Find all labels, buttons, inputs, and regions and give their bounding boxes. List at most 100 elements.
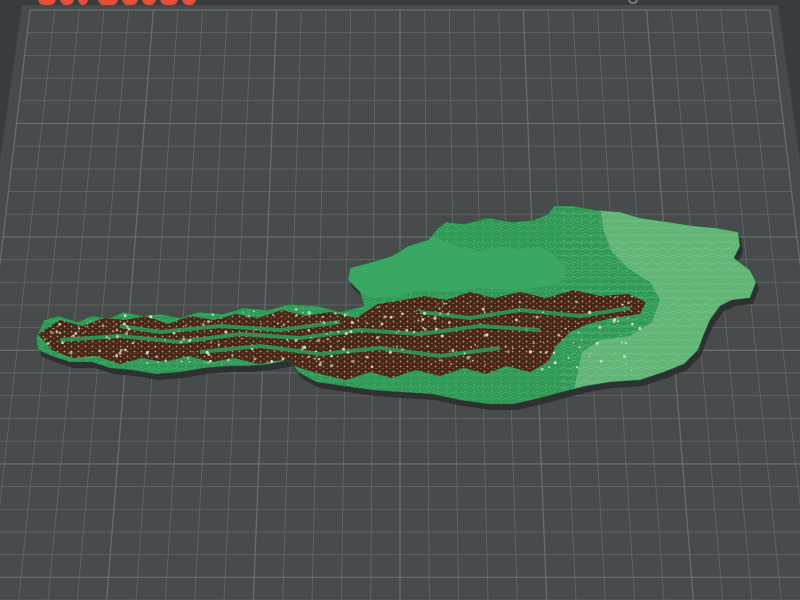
- terrain-peak: [401, 312, 404, 316]
- terrain-peak: [542, 311, 545, 314]
- terrain-peak: [627, 317, 630, 319]
- terrain-peak: [313, 357, 316, 360]
- terrain-peak: [395, 332, 398, 334]
- terrain-peak: [450, 363, 452, 365]
- terrain-peak: [378, 340, 380, 342]
- terrain-peak: [108, 338, 111, 341]
- terrain-peak: [474, 344, 477, 346]
- terrain-peak: [416, 312, 418, 315]
- terrain-peak: [74, 331, 77, 334]
- terrain-peak: [479, 322, 481, 325]
- terrain-peak: [484, 364, 486, 366]
- terrain-peak: [196, 336, 198, 338]
- terrain-peak: [515, 318, 518, 322]
- terrain-peak: [131, 341, 135, 345]
- terrain-peak: [221, 364, 223, 366]
- terrain-peak: [115, 323, 118, 326]
- terrain-peak: [622, 354, 627, 359]
- terrain-peak: [342, 347, 346, 351]
- terrain-peak: [210, 342, 212, 344]
- terrain-peak: [187, 357, 190, 360]
- terrain-peak: [625, 362, 627, 365]
- terrain-peak: [193, 336, 195, 339]
- terrain-peak: [351, 359, 355, 364]
- terrain-peak: [572, 341, 575, 344]
- terrain-peak: [209, 329, 212, 332]
- terrain-peak: [146, 361, 149, 365]
- terrain-peak: [207, 361, 210, 364]
- terrain-peak: [319, 320, 322, 323]
- terrain-peak: [178, 330, 180, 332]
- terrain-peak: [156, 328, 158, 330]
- terrain-peak: [589, 352, 592, 354]
- terrain-peak: [595, 341, 599, 345]
- terrain-peak: [154, 345, 157, 348]
- terrain-peak: [383, 315, 387, 319]
- terrain-peak: [466, 356, 470, 360]
- terrain-peak: [631, 296, 634, 298]
- terrain-peak: [528, 350, 533, 354]
- terrain-peak: [224, 330, 228, 334]
- terrain-peak: [286, 320, 289, 323]
- terrain-peak: [401, 348, 404, 351]
- terrain-peak: [201, 323, 205, 327]
- terrain-peak: [188, 339, 191, 343]
- terrain-peak: [46, 341, 50, 345]
- terrain-peak: [535, 315, 539, 319]
- terrain-peak: [206, 319, 211, 324]
- terrain-peak: [421, 317, 425, 321]
- terrain-peak: [334, 321, 337, 324]
- terrain-peak: [58, 323, 61, 326]
- terrain-peak: [115, 354, 119, 358]
- 3d-viewport[interactable]: [0, 0, 800, 600]
- terrain-peak: [276, 322, 279, 325]
- terrain-peak: [518, 301, 522, 304]
- terrain-peak: [325, 332, 328, 335]
- terrain-peak: [433, 316, 437, 320]
- terrain-peak: [440, 359, 443, 361]
- terrain-peak: [512, 347, 514, 350]
- terrain-peak: [483, 311, 486, 314]
- terrain-peak: [350, 321, 354, 325]
- terrain-peak: [118, 351, 122, 355]
- terrain-peak: [302, 311, 304, 314]
- terrain-peak: [629, 309, 631, 311]
- terrain-peak: [463, 352, 466, 355]
- terrain-peak: [542, 341, 545, 343]
- terrain-peak: [270, 359, 274, 363]
- terrain-peak: [307, 311, 311, 315]
- terrain-peak: [241, 337, 243, 340]
- terrain-peak: [251, 344, 253, 346]
- terrain-peak: [282, 323, 286, 326]
- terrain-peak: [548, 366, 551, 369]
- terrain-peak: [438, 307, 441, 310]
- terrain-peak: [330, 363, 334, 368]
- terrain-peak: [567, 356, 570, 360]
- terrain-peak: [405, 328, 409, 332]
- terrain-peak: [442, 302, 446, 305]
- drag-handle-icon[interactable]: [627, 0, 639, 6]
- terrain-peak: [633, 330, 635, 332]
- terrain-peak: [184, 324, 187, 327]
- terrain-peak: [423, 327, 427, 332]
- terrain-peak: [577, 322, 579, 325]
- terrain-peak: [440, 334, 444, 338]
- terrain-peak: [93, 322, 95, 324]
- terrain-peak: [217, 343, 221, 346]
- terrain-peak: [504, 345, 507, 348]
- scene-canvas[interactable]: [0, 0, 800, 600]
- terrain-peak: [426, 345, 429, 347]
- terrain-peak: [438, 312, 442, 315]
- terrain-peak: [554, 300, 556, 303]
- terrain-peak: [271, 313, 275, 316]
- terrain-peak: [295, 314, 298, 317]
- terrain-peak: [485, 333, 489, 337]
- terrain-peak: [322, 321, 326, 325]
- terrain-peak: [253, 310, 255, 313]
- terrain-peak: [119, 348, 123, 352]
- terrain-peak: [326, 337, 330, 341]
- terrain-peak: [624, 341, 627, 345]
- terrain-peak: [207, 353, 211, 356]
- terrain-peak: [518, 309, 521, 311]
- terrain-peak: [446, 312, 450, 315]
